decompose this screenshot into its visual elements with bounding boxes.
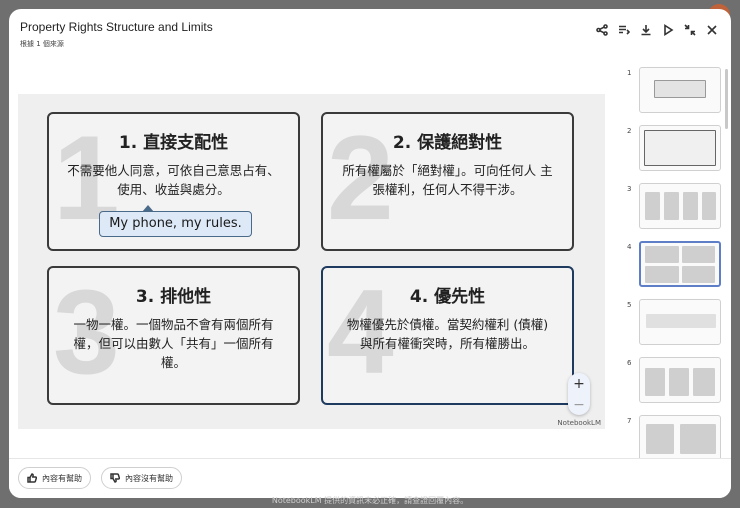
thumbnail[interactable] [639, 299, 721, 345]
card-body: 一物一權。一個物品不會有兩個所有權，但可以由數人「共有」一個所有權。 [73, 317, 274, 370]
thumbnail-number: 3 [627, 185, 632, 193]
share-button[interactable] [591, 21, 613, 39]
zoom-in-button[interactable]: + [568, 373, 590, 394]
thumbnail[interactable] [639, 357, 721, 403]
thumbnail-number: 4 [627, 243, 632, 251]
helpful-button[interactable]: 內容有幫助 [18, 467, 91, 489]
card-exclusivity: 3 3. 排他性 一物一權。一個物品不會有兩個所有權，但可以由數人「共有」一個所… [47, 266, 300, 405]
card-title: 1. 直接支配性 [118, 133, 229, 153]
speech-bubble: My phone, my rules. [99, 205, 252, 237]
thumbnail-item[interactable]: 3 [621, 183, 729, 233]
not-helpful-label: 內容沒有幫助 [125, 473, 173, 483]
card-body: 物權優先於債權。當契約權利 (債權) 與所有權衝突時，所有權勝出。 [346, 317, 549, 351]
card-title: 2. 保護絕對性 [392, 133, 503, 153]
card-direct-control: 1 1. 直接支配性 不需要他人同意，可依自己意思占有、使用、收益與處分。 My… [47, 112, 300, 251]
source-count: 根據 1 個來源 [20, 40, 64, 48]
thumbnail-number: 5 [627, 301, 632, 309]
share-icon [596, 24, 608, 36]
feedback-bar: 內容有幫助 內容沒有幫助 [9, 458, 731, 498]
playlist-icon [619, 25, 630, 35]
header: Property Rights Structure and Limits 根據 … [9, 9, 731, 55]
slide-canvas: 1 1. 直接支配性 不需要他人同意，可依自己意思占有、使用、收益與處分。 My… [18, 94, 605, 429]
play-icon [664, 24, 674, 36]
download-button[interactable] [635, 21, 657, 39]
card-priority: 4 4. 優先性 物權優先於債權。當契約權利 (債權) 與所有權衝突時，所有權勝… [321, 266, 574, 405]
thumbnail[interactable] [639, 125, 721, 171]
thumbnail[interactable] [639, 67, 721, 113]
thumbnail-scrollbar[interactable] [725, 69, 728, 129]
disclaimer-text: NotebookLM 提供的資訊未必正確，請查證回覆內容。 [271, 496, 469, 505]
not-helpful-button[interactable]: 內容沒有幫助 [101, 467, 182, 489]
download-icon [641, 25, 651, 36]
card-title: 3. 排他性 [135, 287, 212, 307]
thumbnail[interactable] [639, 241, 721, 287]
thumbnail-item[interactable]: 2 [621, 125, 729, 175]
thumbnail-number: 2 [627, 127, 632, 135]
thumbs-down-icon [110, 473, 120, 483]
thumbnail-number: 6 [627, 359, 632, 367]
thumbnail-item[interactable]: 6 [621, 357, 729, 407]
helpful-label: 內容有幫助 [42, 473, 82, 483]
close-icon [707, 25, 717, 35]
thumbnail-number: 7 [627, 417, 632, 425]
thumbnail[interactable] [639, 183, 721, 229]
thumbnail[interactable] [639, 415, 721, 461]
card-body: 不需要他人同意，可依自己意思占有、使用、收益與處分。 [67, 163, 280, 197]
thumbs-up-icon [27, 473, 37, 483]
toolbar [591, 21, 723, 39]
zoom-out-button[interactable]: − [568, 394, 590, 415]
thumbnail-item-active[interactable]: 4 [621, 241, 729, 291]
card-body: 所有權屬於「絕對權」。可向任何人 主張權利，任何人不得干涉。 [342, 163, 553, 197]
card-absolute-protection: 2 2. 保護絕對性 所有權屬於「絕對權」。可向任何人 主張權利，任何人不得干涉… [321, 112, 574, 251]
collapse-icon [684, 24, 696, 36]
thumbnail-strip[interactable]: 1 2 3 4 5 6 7 [621, 59, 729, 474]
close-button[interactable] [701, 21, 723, 39]
thumbnail-item[interactable]: 1 [621, 67, 729, 117]
thumbnail-number: 1 [627, 69, 632, 77]
watermark: NotebookLM [557, 419, 601, 427]
slide-viewer-modal: Property Rights Structure and Limits 根據 … [9, 9, 731, 498]
collapse-button[interactable] [679, 21, 701, 39]
playlist-button[interactable] [613, 21, 635, 39]
thumbnail-item[interactable]: 5 [621, 299, 729, 349]
zoom-controls: + − [568, 373, 590, 415]
card-title: 4. 優先性 [409, 287, 486, 307]
play-button[interactable] [657, 21, 679, 39]
page-title: Property Rights Structure and Limits [20, 20, 213, 34]
